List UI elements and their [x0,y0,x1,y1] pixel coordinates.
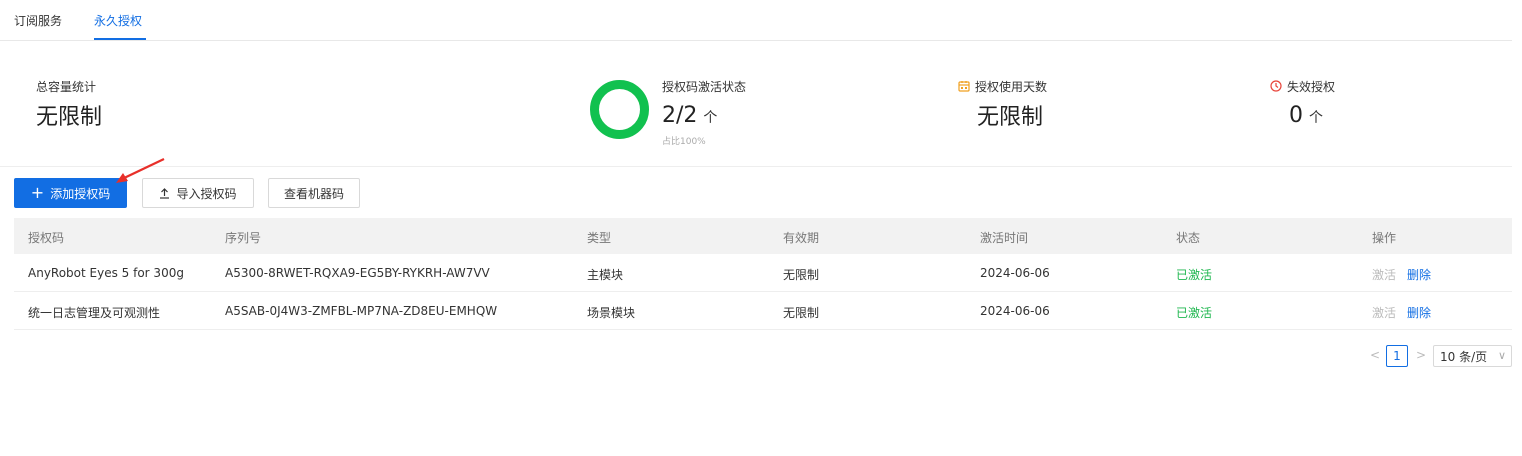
page-number-current[interactable]: 1 [1386,345,1408,367]
license-code-cell: 统一日志管理及可观测性 [28,306,161,320]
activation-count: 2/2 [662,103,698,128]
page-size-select[interactable]: 10 条/页 ∨ [1433,345,1512,367]
column-header-status: 状态 [1176,231,1201,245]
delete-link[interactable]: 删除 [1407,266,1431,283]
column-header-validity: 有效期 [783,231,820,245]
table-row: 统一日志管理及可观测性 A5SAB-0J4W3-ZMFBL-MP7NA-ZD8E… [14,292,1512,330]
type-cell: 主模块 [587,268,624,282]
invalid-unit: 个 [1309,110,1323,126]
column-header-license-code: 授权码 [28,231,65,245]
add-license-label: 添加授权码 [50,186,111,201]
view-machine-code-label: 查看机器码 [283,186,344,201]
plus-icon: + [30,183,45,202]
days-label: 授权使用天数 [975,80,1048,94]
capacity-value: 无限制 [36,105,103,130]
invalid-value: 0个 [1289,103,1323,128]
days-value: 无限制 [977,105,1044,130]
column-header-type: 类型 [587,231,612,245]
license-table: 授权码 序列号 类型 有效期 激活时间 状态 操作 AnyRobot Eyes … [14,218,1512,330]
import-license-button[interactable]: 导入授权码 [142,178,254,208]
activate-link: 激活 [1372,268,1397,282]
type-cell: 场景模块 [587,306,636,320]
validity-cell: 无限制 [783,306,820,320]
next-page-button[interactable]: > [1416,348,1426,362]
upload-icon [160,187,170,199]
activation-unit: 个 [703,110,718,126]
tab-subscription[interactable]: 订阅服务 [14,12,62,29]
activation-time-cell: 2024-06-06 [980,304,1050,318]
invalid-count: 0 [1289,103,1303,128]
activation-label: 授权码激活状态 [662,80,747,94]
serial-cell: A5300-8RWET-RQXA9-EG5BY-RYKRH-AW7VV [225,266,490,280]
invalid-label: 失效授权 [1287,80,1336,94]
activate-link: 激活 [1372,306,1397,320]
capacity-label: 总容量统计 [36,80,97,94]
stats-panel: 总容量统计 无限制 授权码激活状态 2/2 个 占比100% 授权使用天数 无限制… [0,41,1512,167]
table-row: AnyRobot Eyes 5 for 300g A5300-8RWET-RQX… [14,254,1512,292]
import-license-label: 导入授权码 [176,186,237,201]
activation-time-cell: 2024-06-06 [980,266,1050,280]
column-header-serial: 序列号 [225,231,262,245]
activation-value: 2/2 个 [662,103,717,128]
activation-ratio: 占比100% [662,137,706,147]
table-header: 授权码 序列号 类型 有效期 激活时间 状态 操作 [14,218,1512,254]
column-header-actions: 操作 [1372,231,1397,245]
status-badge: 已激活 [1176,268,1213,282]
page-size-value: 10 条/页 [1440,349,1488,364]
prev-page-button[interactable]: < [1370,348,1380,362]
active-tab-indicator [94,38,146,40]
calendar-icon [958,81,970,92]
view-machine-code-button[interactable]: 查看机器码 [268,178,360,208]
activation-ring-icon [590,80,649,139]
column-header-activation-time: 激活时间 [980,231,1029,245]
status-badge: 已激活 [1176,306,1213,320]
license-code-cell: AnyRobot Eyes 5 for 300g [28,266,184,280]
tab-permanent-license[interactable]: 永久授权 [94,12,142,29]
chevron-down-icon: ∨ [1497,349,1506,362]
serial-cell: A5SAB-0J4W3-ZMFBL-MP7NA-ZD8EU-EMHQW [225,304,498,318]
validity-cell: 无限制 [783,268,820,282]
tab-bar: 订阅服务 永久授权 [0,0,1512,41]
add-license-button[interactable]: + 添加授权码 [14,178,127,208]
pagination: < 1 > 10 条/页 ∨ [0,345,1522,367]
clock-warning-icon [1270,80,1282,92]
delete-link[interactable]: 删除 [1407,304,1431,321]
